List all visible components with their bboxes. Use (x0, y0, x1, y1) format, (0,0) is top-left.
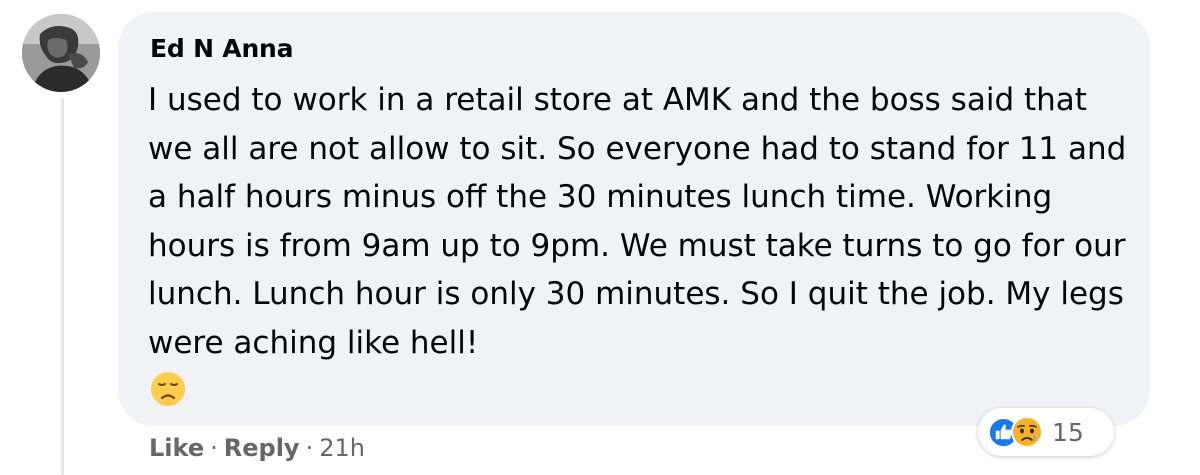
sad-icon (1011, 416, 1043, 448)
reaction-count: 15 (1052, 418, 1084, 447)
thread-line (61, 98, 64, 475)
timestamp[interactable]: 21h (319, 434, 365, 462)
comment-text: I used to work in a retail store at AMK … (148, 82, 1127, 361)
separator: · (305, 434, 314, 462)
avatar[interactable] (22, 14, 100, 92)
like-button[interactable]: Like (149, 434, 204, 462)
disappointed-face-icon (150, 371, 186, 407)
avatar-photo (22, 14, 100, 92)
separator: · (210, 434, 218, 462)
comment-actions: Like · Reply · 21h (149, 434, 365, 462)
reply-button[interactable]: Reply (224, 434, 300, 462)
reactions-summary[interactable]: 15 (978, 408, 1114, 456)
comment-author[interactable]: Ed N Anna (150, 34, 294, 63)
